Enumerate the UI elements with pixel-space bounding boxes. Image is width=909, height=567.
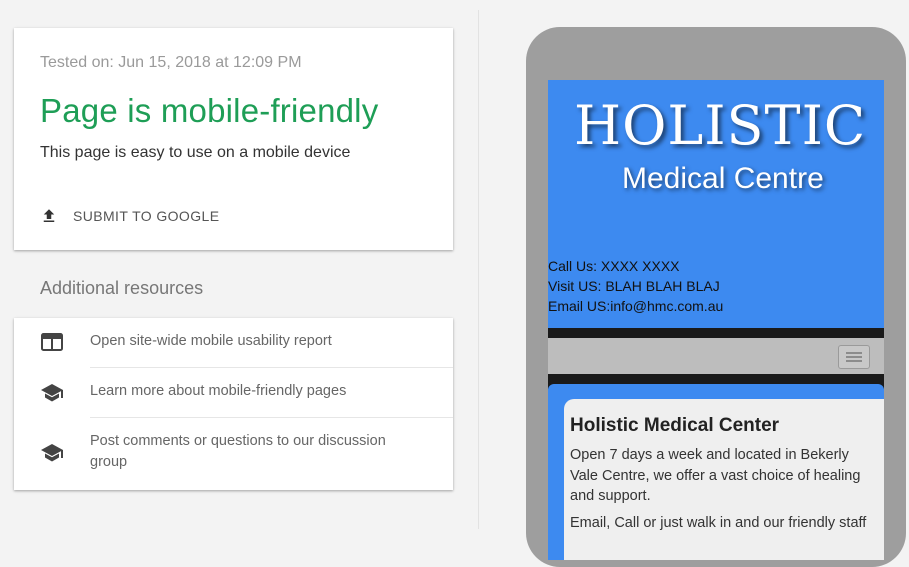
contact-line: Call Us: XXXX XXXX <box>548 258 680 274</box>
school-icon <box>41 444 63 462</box>
web-window-icon <box>41 333 63 351</box>
site-header: HOLISTIC Medical Centre Call Us: XXXX XX… <box>548 80 884 328</box>
result-card: Tested on: Jun 15, 2018 at 12:09 PM Page… <box>14 28 453 250</box>
site-logo-subtitle: Medical Centre <box>622 162 824 195</box>
preview-pane: HOLISTIC Medical Centre Call Us: XXXX XX… <box>479 0 909 567</box>
site-logo-title: HOLISTIC <box>574 94 867 157</box>
resource-label: Post comments or questions to our discus… <box>90 433 386 470</box>
additional-resources-heading: Additional resources <box>40 278 204 298</box>
contact-line: Visit US: BLAH BLAH BLAJ <box>548 278 720 294</box>
phone-frame: HOLISTIC Medical Centre Call Us: XXXX XX… <box>526 27 906 567</box>
verdict-description: This page is easy to use on a mobile dev… <box>40 144 351 161</box>
mobile-screenshot[interactable]: HOLISTIC Medical Centre Call Us: XXXX XX… <box>548 80 884 560</box>
verdict-heading: Page is mobile-friendly <box>40 92 379 129</box>
resources-card: Open site-wide mobile usability report L… <box>14 318 453 490</box>
resource-label: Open site-wide mobile usability report <box>90 333 332 349</box>
resource-item-learn-more[interactable]: Learn more about mobile-friendly pages <box>14 368 453 418</box>
resource-item-discussion-group[interactable]: Post comments or questions to our discus… <box>14 418 453 490</box>
results-pane: Tested on: Jun 15, 2018 at 12:09 PM Page… <box>0 0 478 529</box>
content-body: Open 7 days a week and located in Bekerl… <box>570 445 878 533</box>
resource-item-usability-report[interactable]: Open site-wide mobile usability report <box>14 318 453 368</box>
hamburger-menu-icon[interactable] <box>838 345 870 369</box>
resource-label: Learn more about mobile-friendly pages <box>90 383 347 399</box>
content-paragraph: Open 7 days a week and located in Bekerl… <box>570 447 861 504</box>
contact-line: Email US:info@hmc.com.au <box>548 298 724 314</box>
content-paragraph: Email, Call or just walk in and our frie… <box>570 514 867 531</box>
content-card: Holistic Medical Center Open 7 days a we… <box>564 399 884 560</box>
upload-icon <box>43 209 55 222</box>
content-title: Holistic Medical Center <box>570 415 780 436</box>
tested-on-timestamp: Tested on: Jun 15, 2018 at 12:09 PM <box>40 54 302 71</box>
submit-to-google-label: SUBMIT TO GOOGLE <box>73 208 220 224</box>
site-nav-bar <box>548 338 884 374</box>
submit-to-google-button[interactable]: SUBMIT TO GOOGLE <box>40 204 219 228</box>
school-icon <box>41 384 63 402</box>
